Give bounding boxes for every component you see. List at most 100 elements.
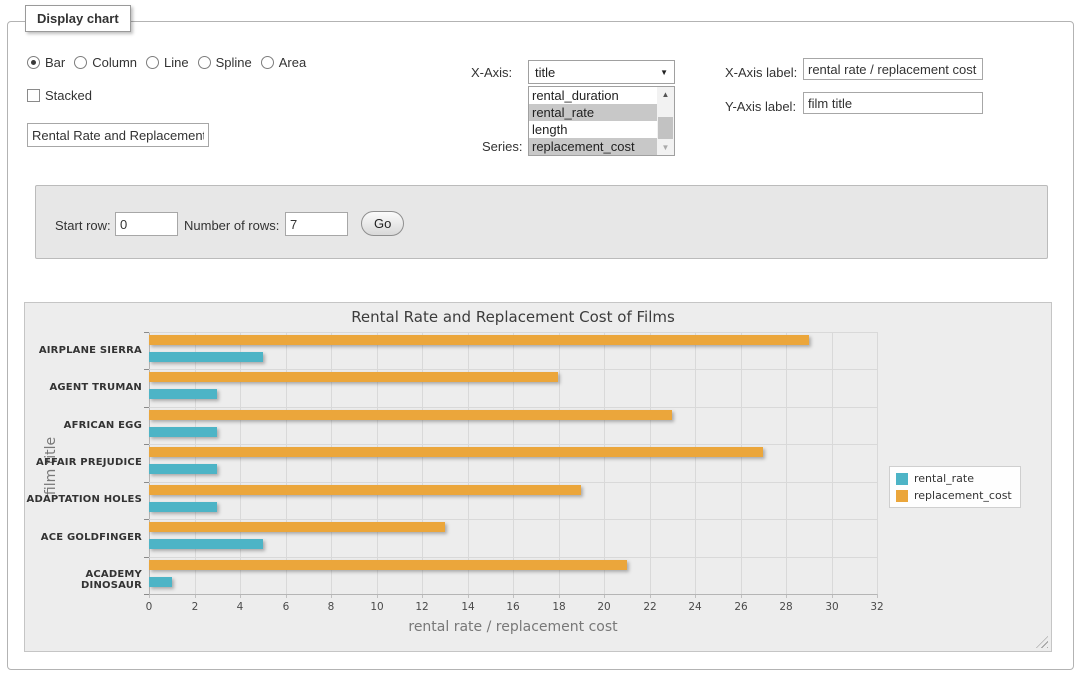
select-dropdown-icon: ▼ [660,68,668,77]
series-option-length[interactable]: length [529,121,657,138]
y-axis-label-input[interactable] [803,92,983,114]
radio-icon[interactable] [198,56,211,69]
x-axis-label-input[interactable] [803,58,983,80]
series-options: rental_durationrental_ratelengthreplacem… [529,87,674,155]
x-axis-tick-label: 20 [584,601,624,613]
gridline-vertical [695,332,696,594]
category-label: ACE GOLDFINGER [25,532,142,543]
bar-replacement_cost [149,522,445,532]
series-option-rental_duration[interactable]: rental_duration [529,87,657,104]
chart-legend: rental_rate replacement_cost [889,466,1021,508]
chart-type-label: Bar [45,55,65,70]
x-axis-select[interactable]: title ▼ [528,60,675,84]
bar-replacement_cost [149,410,672,420]
gridline-horizontal [149,594,877,595]
radio-icon[interactable] [146,56,159,69]
legend-label: rental_rate [914,472,974,485]
x-axis-tick [877,594,878,598]
x-axis-select-label: X-Axis: [471,65,512,80]
x-axis-tick-label: 28 [766,601,806,613]
legend-label: replacement_cost [914,489,1012,502]
radio-icon[interactable] [261,56,274,69]
x-axis-tick-label: 14 [448,601,488,613]
series-multiselect[interactable]: rental_durationrental_ratelengthreplacem… [528,86,675,156]
fieldset-legend: Display chart [25,5,131,32]
gridline-horizontal [149,557,877,558]
x-axis-tick-label: 8 [311,601,351,613]
x-axis-tick-label: 12 [402,601,442,613]
radio-icon[interactable] [74,56,87,69]
scrollbar-thumb[interactable] [658,117,673,139]
x-axis-tick-label: 6 [266,601,306,613]
chart-type-column[interactable]: Column [74,55,137,70]
category-label: ADAPTATION HOLES [25,494,142,505]
x-axis-tick-label: 0 [129,601,169,613]
resize-handle-icon[interactable] [1036,636,1048,648]
chart-title: Rental Rate and Replacement Cost of Film… [149,308,877,326]
x-axis-tick-label: 4 [220,601,260,613]
series-list-scrollbar[interactable]: ▲ ▼ [657,87,674,155]
chart-type-label: Line [164,55,189,70]
x-axis-tick-label: 32 [857,601,897,613]
go-button[interactable]: Go [361,211,404,236]
y-axis-label-caption: Y-Axis label: [725,99,796,114]
chart-title-input[interactable] [27,123,209,147]
gridline-vertical [832,332,833,594]
gridline-horizontal [149,332,877,333]
y-axis-tick [144,519,149,520]
chart-type-bar[interactable]: Bar [27,55,65,70]
y-axis-tick [144,332,149,333]
x-axis-tick-label: 24 [675,601,715,613]
legend-item-rental_rate[interactable]: rental_rate [896,472,1012,485]
bar-replacement_cost [149,335,809,345]
chart-type-line[interactable]: Line [146,55,189,70]
series-option-rental_rate[interactable]: rental_rate [529,104,657,121]
gridline-vertical [559,332,560,594]
radio-icon[interactable] [27,56,40,69]
chart-type-spline[interactable]: Spline [198,55,252,70]
y-axis-tick [144,482,149,483]
num-rows-label: Number of rows: [184,218,279,233]
category-label: ACADEMY DINOSAUR [25,569,142,591]
gridline-vertical [786,332,787,594]
start-row-input[interactable] [115,212,178,236]
bar-rental_rate [149,427,217,437]
bar-rental_rate [149,389,217,399]
bar-replacement_cost [149,372,558,382]
bar-rental_rate [149,352,263,362]
legend-item-replacement_cost[interactable]: replacement_cost [896,489,1012,502]
legend-swatch [896,490,908,502]
chart-type-label: Column [92,55,137,70]
stacked-checkbox[interactable] [27,89,40,102]
x-axis-selected-value: title [535,65,555,80]
chart-container: Rental Rate and Replacement Cost of Film… [24,302,1052,652]
gridline-horizontal [149,407,877,408]
x-axis-tick-label: 10 [357,601,397,613]
y-axis-tick [144,557,149,558]
x-axis-tick-label: 30 [812,601,852,613]
gridline-horizontal [149,444,877,445]
bar-replacement_cost [149,447,763,457]
x-axis-tick-label: 18 [539,601,579,613]
x-axis-tick-label: 2 [175,601,215,613]
num-rows-input[interactable] [285,212,348,236]
chart-type-area[interactable]: Area [261,55,306,70]
bar-replacement_cost [149,485,581,495]
x-axis-label-caption: X-Axis label: [725,65,797,80]
series-option-replacement_cost[interactable]: replacement_cost [529,138,657,155]
scroll-down-icon[interactable]: ▼ [657,140,674,155]
bar-rental_rate [149,539,263,549]
chart-type-label: Spline [216,55,252,70]
gridline-vertical [741,332,742,594]
scroll-up-icon[interactable]: ▲ [657,87,674,102]
series-select-label: Series: [482,139,522,154]
stacked-checkbox-row: Stacked [27,88,92,103]
chart-plot-area: 02468101214161820222426283032 [149,332,877,594]
y-axis-tick [144,444,149,445]
stacked-label: Stacked [45,88,92,103]
bar-rental_rate [149,464,217,474]
gridline-vertical [650,332,651,594]
chart-type-radio-group: Bar Column Line Spline Area [27,55,306,70]
x-axis-tick-label: 22 [630,601,670,613]
x-axis-tick-label: 16 [493,601,533,613]
